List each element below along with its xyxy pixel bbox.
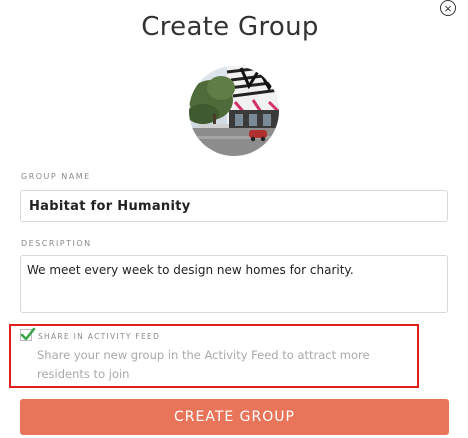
description-label: DESCRIPTION	[21, 239, 92, 248]
group-name-input[interactable]: Habitat for Humanity	[20, 190, 448, 222]
create-group-dialog: × Create Group GROUP NAME Habitat for Hu…	[0, 0, 468, 438]
checkmark-icon	[20, 327, 36, 341]
share-label: SHARE IN ACTIVITY FEED	[38, 332, 161, 341]
page-title: Create Group	[141, 12, 319, 42]
description-textarea[interactable]: We meet every week to design new homes f…	[20, 255, 448, 313]
share-checkbox[interactable]	[20, 327, 36, 341]
group-photo[interactable]	[189, 66, 279, 156]
group-name-label: GROUP NAME	[21, 172, 91, 181]
group-photo-image	[189, 66, 279, 156]
share-description: Share your new group in the Activity Fee…	[37, 348, 370, 381]
create-group-button[interactable]: CREATE GROUP	[20, 399, 449, 435]
